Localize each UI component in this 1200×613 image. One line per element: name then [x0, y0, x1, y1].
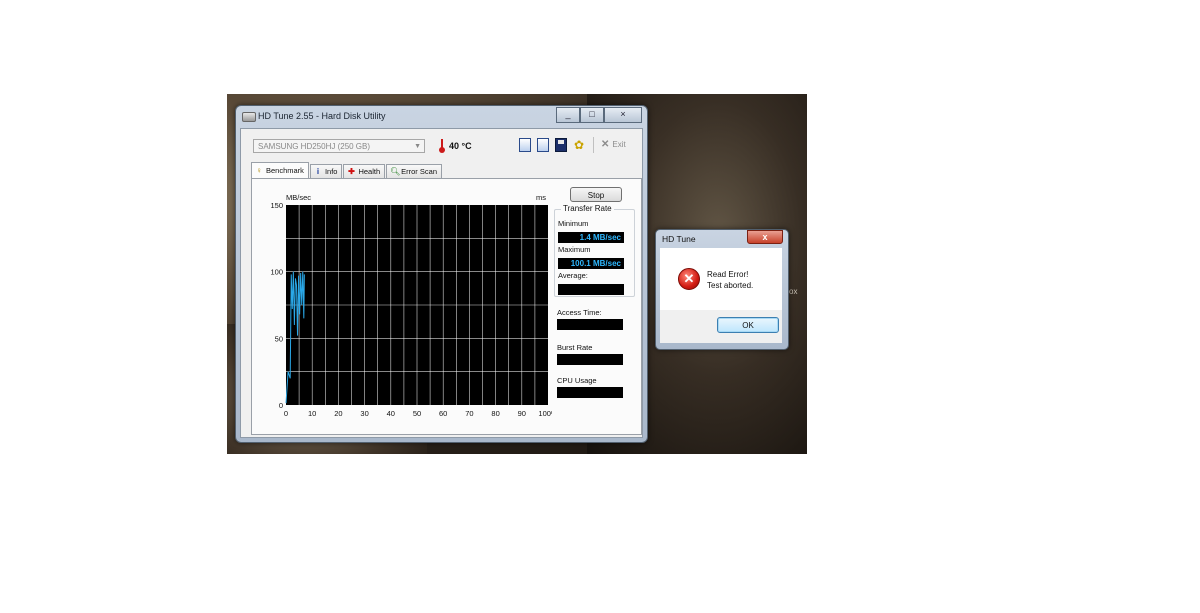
dialog-title: HD Tune: [662, 234, 696, 244]
drive-select[interactable]: SAMSUNG HD250HJ (250 GB) ▼: [253, 139, 425, 153]
maximize-button[interactable]: □: [580, 107, 604, 123]
transfer-rate-title: Transfer Rate: [561, 204, 614, 213]
window-client-area: SAMSUNG HD250HJ (250 GB) ▼ 40 °C ✿ ✕ Exit…: [240, 128, 643, 438]
y-tick-label-left: 100: [270, 268, 283, 277]
search-icon: 🔍︎: [390, 167, 401, 176]
tab-info[interactable]: i Info: [309, 164, 343, 178]
x-tick-label: 100%: [538, 409, 552, 418]
exit-button[interactable]: ✕ Exit: [601, 139, 626, 150]
close-button[interactable]: ×: [604, 107, 642, 123]
dialog-message-line: Test aborted.: [707, 281, 754, 290]
toolbar-divider: [593, 137, 594, 153]
tab-label: Error Scan: [401, 167, 437, 176]
dialog-message-line: Read Error!: [707, 270, 749, 279]
x-tick-label: 30: [360, 409, 368, 418]
health-icon: ✚: [348, 167, 355, 176]
error-icon: ✕: [678, 268, 700, 290]
hdtune-window: HD Tune 2.55 - Hard Disk Utility _ □ × S…: [235, 105, 648, 443]
burst-rate-label: Burst Rate: [557, 343, 593, 352]
cpu-usage-label: CPU Usage: [557, 376, 597, 385]
close-icon: ✕: [601, 139, 610, 150]
y-tick-label-left: 50: [275, 334, 283, 343]
dialog-message: Read Error! Test aborted.: [707, 269, 753, 291]
y-axis-label-left: MB/sec: [286, 193, 311, 202]
maximum-label: Maximum: [558, 245, 591, 254]
chevron-down-icon: ▼: [414, 143, 421, 150]
drive-select-value: SAMSUNG HD250HJ (250 GB): [258, 142, 371, 151]
burst-rate-value: [557, 354, 623, 365]
save-icon[interactable]: [555, 138, 567, 152]
copy-screenshot-icon[interactable]: [537, 138, 549, 152]
x-tick-label: 20: [334, 409, 342, 418]
x-tick-label: 70: [465, 409, 473, 418]
x-tick-label: 40: [387, 409, 395, 418]
tab-benchmark[interactable]: ♀ Benchmark: [251, 162, 309, 178]
cpu-usage-value: [557, 387, 623, 398]
minimum-value: 1.4 MB/sec: [558, 232, 624, 243]
access-time-value: [557, 319, 623, 330]
x-tick-label: 50: [413, 409, 421, 418]
benchmark-panel: MB/secms15010050045301501020304050607080…: [251, 178, 642, 435]
thermometer-icon: [439, 139, 445, 153]
y-tick-label-left: 0: [279, 401, 283, 410]
title-bar[interactable]: HD Tune 2.55 - Hard Disk Utility _ □ ×: [236, 106, 647, 128]
dialog-body: ✕ Read Error! Test aborted.: [660, 248, 782, 310]
copy-text-icon[interactable]: [519, 138, 531, 152]
tab-label: Health: [358, 167, 381, 176]
tab-health[interactable]: ✚ Health: [343, 164, 386, 178]
access-time-label: Access Time:: [557, 308, 602, 317]
stop-button[interactable]: Stop: [570, 187, 622, 202]
dialog-close-button[interactable]: x: [747, 230, 783, 244]
options-icon[interactable]: ✿: [573, 138, 585, 152]
x-tick-label: 60: [439, 409, 447, 418]
ok-button[interactable]: OK: [717, 317, 779, 333]
y-tick-label-left: 150: [270, 201, 283, 210]
x-tick-label: 0: [284, 409, 288, 418]
average-label: Average:: [558, 271, 588, 280]
transfer-rate-chart: MB/secms15010050045301501020304050607080…: [270, 193, 552, 418]
wallpaper-text-fragment: ox: [789, 287, 798, 296]
dialog-footer: OK: [660, 310, 782, 343]
benchmark-icon: ♀: [256, 166, 262, 175]
error-dialog: HD Tune x ✕ Read Error! Test aborted. OK: [655, 229, 789, 350]
y-axis-label-right: ms: [536, 193, 546, 202]
x-tick-label: 80: [491, 409, 499, 418]
tab-label: Info: [324, 167, 338, 176]
x-tick-label: 90: [518, 409, 526, 418]
tab-label: Benchmark: [266, 166, 304, 175]
transfer-rate-group: Transfer Rate Minimum 1.4 MB/sec Maximum…: [554, 204, 635, 297]
exit-label: Exit: [612, 140, 626, 149]
x-tick-label: 10: [308, 409, 316, 418]
info-icon: i: [316, 167, 320, 176]
minimum-label: Minimum: [558, 219, 589, 228]
average-value: [558, 284, 624, 295]
window-title: HD Tune 2.55 - Hard Disk Utility: [258, 111, 386, 121]
temperature-readout: 40 °C: [449, 141, 472, 151]
tab-error-scan[interactable]: 🔍︎ Error Scan: [386, 164, 442, 178]
app-icon: [242, 112, 256, 122]
minimize-button[interactable]: _: [556, 107, 580, 123]
maximum-value: 100.1 MB/sec: [558, 258, 624, 269]
tab-strip: ♀ Benchmark i Info ✚ Health 🔍︎ Error Scan: [251, 162, 443, 178]
